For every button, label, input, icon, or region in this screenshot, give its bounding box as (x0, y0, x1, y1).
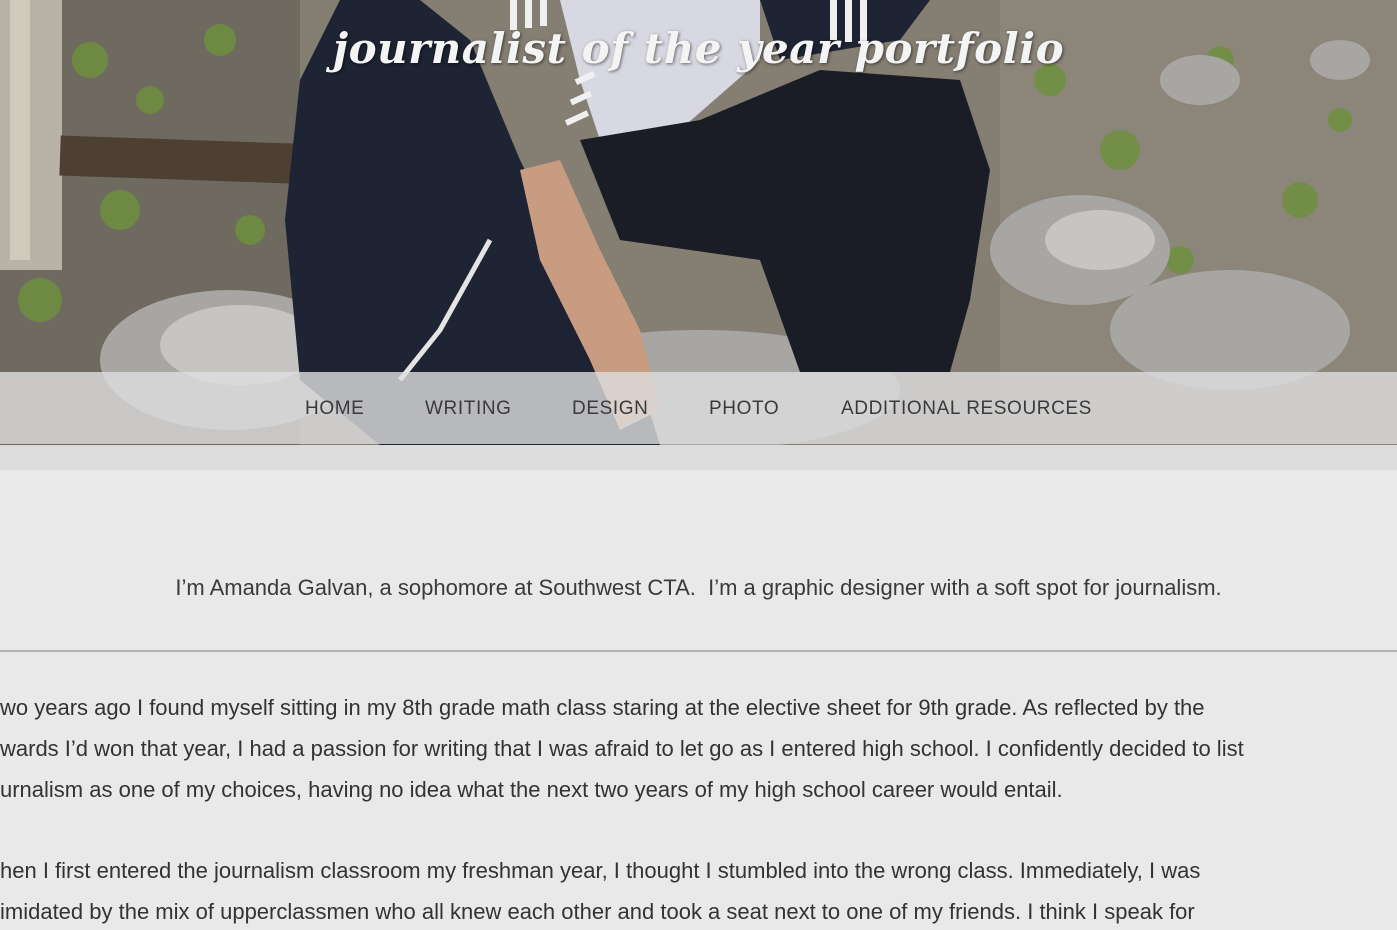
paragraph-line: wards I’d won that year, I had a passion… (0, 736, 1244, 761)
paragraph-line: hen I first entered the journalism class… (0, 858, 1201, 883)
nav-item-home[interactable]: HOME (305, 398, 364, 420)
intro-text: I’m Amanda Galvan, a sophomore at Southw… (175, 575, 1222, 600)
nav-shadow-strip (0, 445, 1397, 470)
nav-item-photo[interactable]: PHOTO (709, 398, 779, 420)
main-nav: HOME WRITING DESIGN PHOTO ADDITIONAL RES… (0, 372, 1397, 444)
nav-item-writing[interactable]: WRITING (425, 398, 512, 420)
content-divider (0, 650, 1397, 652)
paragraph-line: wo years ago I found myself sitting in m… (0, 695, 1205, 720)
main-content: I’m Amanda Galvan, a sophomore at Southw… (0, 470, 1397, 930)
nav-item-design[interactable]: DESIGN (572, 398, 648, 420)
paragraph-line: urnalism as one of my choices, having no… (0, 777, 1063, 802)
nav-list: HOME WRITING DESIGN PHOTO ADDITIONAL RES… (0, 372, 1397, 444)
site-title[interactable]: journalist of the year portfolio (0, 24, 1397, 73)
nav-item-additional-resources[interactable]: ADDITIONAL RESOURCES (841, 398, 1092, 420)
paragraph-line: imidated by the mix of upperclassmen who… (0, 899, 1195, 924)
